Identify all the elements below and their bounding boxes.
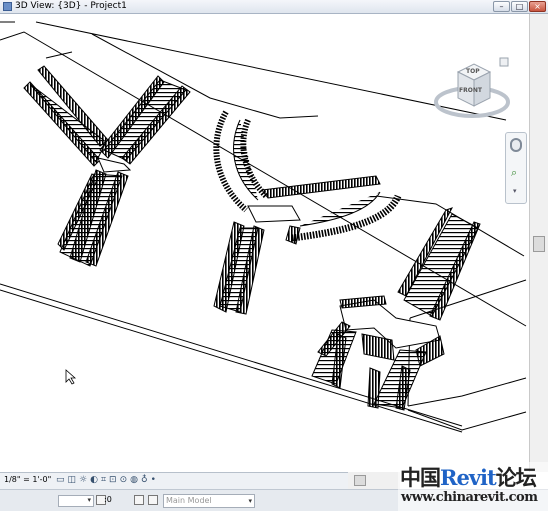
- title-bar: 3D View: {3D} - Project1 – □ ×: [0, 0, 548, 14]
- viewcube-front-label: FRONT: [459, 87, 482, 94]
- zoom-icon[interactable]: ⌕: [511, 167, 521, 179]
- editable-only-icon[interactable]: [148, 495, 158, 505]
- 3d-viewport[interactable]: TOP FRONT ⌕ ▾: [0, 14, 529, 472]
- show-crop-icon[interactable]: ⊡: [109, 475, 117, 485]
- viewcube[interactable]: TOP FRONT: [432, 54, 512, 130]
- design-options-icon[interactable]: [134, 495, 144, 505]
- minimize-button[interactable]: –: [493, 1, 510, 12]
- restore-button[interactable]: □: [511, 1, 528, 12]
- window-controls: – □ ×: [493, 1, 546, 13]
- watermark-url: www.chinarevit.com: [401, 490, 538, 505]
- detail-level-icon[interactable]: ◫: [68, 475, 77, 485]
- unlock-3d-icon[interactable]: ⊙: [120, 475, 128, 485]
- watermark-title: 中国Revit论坛: [400, 465, 537, 490]
- mouse-cursor-icon: [65, 369, 77, 385]
- y-shaped-stair: [23, 65, 191, 267]
- workset-dropdown[interactable]: ▾: [58, 495, 94, 507]
- view-scale[interactable]: 1/8" = 1'-0": [4, 475, 51, 484]
- close-button[interactable]: ×: [529, 1, 546, 12]
- watermark-logo: 中国Revit论坛 www.chinarevit.com: [398, 462, 548, 511]
- t-shaped-curved-stair: [213, 110, 402, 315]
- temporary-hide-icon[interactable]: ◍: [130, 475, 138, 485]
- horizontal-scroll-thumb[interactable]: [354, 475, 366, 486]
- visual-style-icon[interactable]: ▭: [56, 475, 65, 485]
- navigation-bar: ⌕ ▾: [505, 132, 527, 204]
- design-option-selector[interactable]: Main Model ▾: [163, 494, 255, 508]
- viewcube-top-label: TOP: [466, 68, 480, 75]
- shadows-icon[interactable]: ◐: [90, 475, 98, 485]
- chevron-down-icon: ▾: [248, 497, 252, 505]
- sun-path-icon[interactable]: ☼: [79, 475, 87, 485]
- window-title: 3D View: {3D} - Project1: [15, 1, 127, 11]
- horizontal-scrollbar[interactable]: [348, 472, 400, 489]
- navbar-options-icon[interactable]: ▾: [513, 187, 517, 195]
- vertical-scroll-thumb[interactable]: [533, 236, 545, 252]
- selection-count: :0: [104, 495, 112, 504]
- switchback-stair: [311, 207, 481, 411]
- crop-icon[interactable]: ⌗: [101, 475, 106, 485]
- design-option-value: Main Model: [166, 496, 212, 505]
- steering-wheel-icon[interactable]: [510, 138, 522, 152]
- view-icon: [3, 2, 12, 11]
- view-control-bar: 1/8" = 1'-0" ▭ ◫ ☼ ◐ ⌗ ⊡ ⊙ ◍ ♁ •: [0, 472, 400, 489]
- vertical-scrollbar[interactable]: [529, 14, 548, 472]
- view-control-tools: ▭ ◫ ☼ ◐ ⌗ ⊡ ⊙ ◍ ♁ •: [56, 475, 156, 485]
- reveal-hidden-icon[interactable]: ♁: [141, 475, 148, 485]
- analytical-model-icon[interactable]: •: [151, 475, 156, 485]
